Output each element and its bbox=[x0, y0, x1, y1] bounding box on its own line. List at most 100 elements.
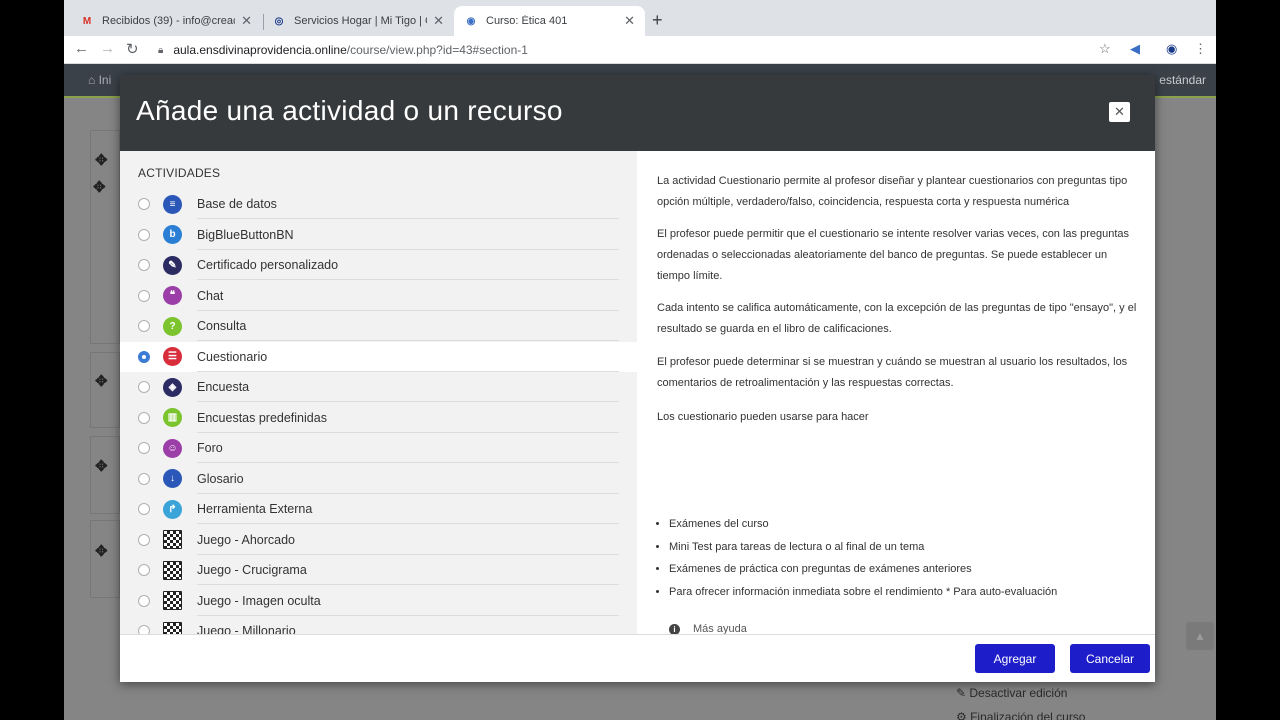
radio-button[interactable] bbox=[138, 350, 150, 363]
menu-dots-icon[interactable]: ⋮ bbox=[1194, 41, 1207, 57]
activity-option[interactable]: ✎ Certificado personalizado bbox=[120, 250, 637, 280]
url-host: aula.ensdivinaprovidencia.online bbox=[173, 43, 347, 57]
radio-button[interactable] bbox=[138, 503, 150, 515]
activity-option[interactable]: Juego - Crucigrama bbox=[120, 555, 637, 585]
game-icon bbox=[163, 591, 182, 610]
activity-option-label: Herramienta Externa bbox=[197, 502, 313, 516]
list-item: Exámenes del curso bbox=[669, 513, 1057, 536]
game-icon bbox=[163, 560, 182, 580]
radio-button[interactable] bbox=[138, 381, 150, 393]
activity-option[interactable]: b BigBlueButtonBN bbox=[120, 220, 637, 250]
radio-button[interactable] bbox=[138, 320, 150, 332]
activity-option-label: Encuestas predefinidas bbox=[197, 410, 327, 425]
back-icon[interactable]: ← bbox=[74, 40, 89, 57]
moodle-icon: ◉ bbox=[466, 15, 476, 27]
question-icon: ? bbox=[163, 316, 182, 336]
activity-option[interactable]: ? Consulta bbox=[120, 311, 637, 341]
chart-icon: ▥ bbox=[163, 408, 182, 427]
activity-option[interactable]: ↱ Herramienta Externa bbox=[120, 494, 637, 524]
activity-option-label: Juego - Imagen oculta bbox=[197, 593, 321, 608]
close-tab-icon[interactable]: ✕ bbox=[241, 13, 252, 29]
close-icon: ✕ bbox=[1114, 104, 1125, 119]
section-box bbox=[90, 436, 120, 514]
activity-option[interactable]: ◈ Encuesta bbox=[120, 372, 637, 402]
activity-option[interactable]: ☰ Cuestionario bbox=[120, 341, 637, 372]
list-item: Para ofrecer información inmediata sobre… bbox=[669, 581, 1057, 604]
radio-button[interactable] bbox=[138, 564, 150, 576]
radio-button[interactable] bbox=[138, 289, 150, 302]
move-icon[interactable]: ✥ bbox=[95, 151, 108, 169]
activity-option[interactable]: ❝ Chat bbox=[120, 281, 637, 311]
tab-curso[interactable]: ◉ Curso: Ética 401 ✕ bbox=[454, 6, 645, 36]
radio-button[interactable] bbox=[138, 259, 150, 271]
forum-icon: ☺ bbox=[163, 438, 182, 458]
radio-button[interactable] bbox=[138, 533, 150, 546]
forward-icon[interactable]: → bbox=[100, 40, 115, 57]
radio-button[interactable] bbox=[138, 198, 150, 210]
tab-title: Recibidos (39) - info@creacion bbox=[102, 15, 235, 27]
profile-avatar-icon[interactable]: ◉ bbox=[1166, 41, 1177, 57]
course-completion-link[interactable]: ⚙ Finalización del curso bbox=[956, 710, 1085, 720]
activity-option-label: Juego - Crucigrama bbox=[197, 563, 307, 577]
quiz-icon: ☰ bbox=[163, 347, 182, 366]
tab-gmail[interactable]: M Recibidos (39) - info@creacion ✕ bbox=[70, 6, 262, 36]
move-icon[interactable]: ✥ bbox=[95, 542, 108, 560]
add-button[interactable]: Agregar bbox=[975, 644, 1055, 673]
move-icon[interactable]: ✥ bbox=[95, 457, 108, 475]
home-link[interactable]: ⌂ Ini bbox=[88, 73, 111, 87]
radio-button[interactable] bbox=[138, 442, 150, 454]
activity-option[interactable]: Juego - Ahorcado bbox=[120, 525, 637, 555]
activity-options-list[interactable]: ACTIVIDADES ≡ Base de datos b BigBlueButton… bbox=[120, 151, 637, 634]
radio-button[interactable] bbox=[138, 228, 150, 241]
list-item: Exámenes de práctica con preguntas de ex… bbox=[669, 558, 1057, 581]
activity-option[interactable]: Juego - Millonario bbox=[120, 616, 637, 634]
description-paragraph: El profesor puede permitir que el cuesti… bbox=[657, 228, 1130, 282]
move-icon[interactable]: ✥ bbox=[93, 178, 106, 196]
modal-footer: Agregar Cancelar bbox=[120, 634, 1155, 682]
section-label: ACTIVIDADES bbox=[138, 166, 221, 180]
activity-option-label: Base de datos bbox=[197, 197, 277, 211]
lock-icon: 🔒︎ bbox=[158, 44, 164, 56]
activity-description: La actividad Cuestionario permite al pro… bbox=[657, 151, 1140, 635]
section-box bbox=[90, 352, 120, 428]
tab-title: Servicios Hogar | Mi Tigo | Ges bbox=[294, 15, 427, 27]
close-button[interactable]: ✕ bbox=[1109, 102, 1130, 122]
scroll-top-button[interactable]: ▲ bbox=[1186, 622, 1214, 650]
modal-header: Añade una actividad o un recurso ✕ bbox=[120, 75, 1155, 151]
tab-title: Curso: Ética 401 bbox=[486, 15, 568, 27]
activity-option-label: Certificado personalizado bbox=[197, 258, 339, 272]
glossary-icon: ↓ bbox=[163, 469, 182, 488]
activity-option[interactable]: ▥ Encuestas predefinidas bbox=[120, 403, 637, 433]
radio-button[interactable] bbox=[138, 594, 150, 607]
nav-right-label[interactable]: estándar bbox=[1159, 73, 1206, 87]
chat-icon: ❝ bbox=[163, 286, 182, 305]
reload-icon[interactable]: ↻ bbox=[126, 40, 139, 58]
activity-option[interactable]: ↓ Glosario bbox=[120, 464, 637, 494]
gmail-icon: M bbox=[82, 15, 92, 27]
radio-button[interactable] bbox=[138, 625, 150, 634]
disable-editing-link[interactable]: ✎ Desactivar edición bbox=[956, 686, 1067, 700]
activity-option[interactable]: ☺ Foro bbox=[120, 433, 637, 463]
tab-tigo[interactable]: ◎ Servicios Hogar | Mi Tigo | Ges ✕ bbox=[262, 6, 454, 36]
activity-option[interactable]: ≡ Base de datos bbox=[120, 189, 637, 219]
extension-icon[interactable]: ◀ bbox=[1130, 41, 1140, 57]
activity-option-label: Foro bbox=[197, 441, 223, 455]
cancel-button[interactable]: Cancelar bbox=[1070, 644, 1150, 673]
activity-option[interactable]: Juego - Imagen oculta bbox=[120, 586, 637, 616]
new-tab-icon[interactable]: + bbox=[652, 10, 663, 31]
disable-editing-label: Desactivar edición bbox=[969, 686, 1068, 700]
radio-button[interactable] bbox=[138, 411, 150, 424]
game-icon bbox=[163, 621, 182, 634]
radio-button[interactable] bbox=[138, 472, 150, 485]
activity-option-label: Juego - Millonario bbox=[197, 624, 296, 634]
browser-chrome: M Recibidos (39) - info@creacion ✕ ◎ Ser… bbox=[64, 0, 1216, 64]
description-paragraph: El profesor puede determinar si se muest… bbox=[657, 356, 1128, 389]
bookmark-star-icon[interactable]: ☆ bbox=[1099, 41, 1111, 57]
survey-icon: ◈ bbox=[163, 377, 182, 397]
database-icon: ≡ bbox=[163, 194, 182, 214]
activity-option-label: Chat bbox=[197, 288, 224, 303]
close-tab-icon[interactable]: ✕ bbox=[624, 13, 635, 29]
close-tab-icon[interactable]: ✕ bbox=[433, 13, 444, 29]
move-icon[interactable]: ✥ bbox=[95, 372, 108, 390]
address-bar[interactable]: 🔒︎ aula.ensdivinaprovidencia.online/cour… bbox=[158, 38, 1158, 62]
